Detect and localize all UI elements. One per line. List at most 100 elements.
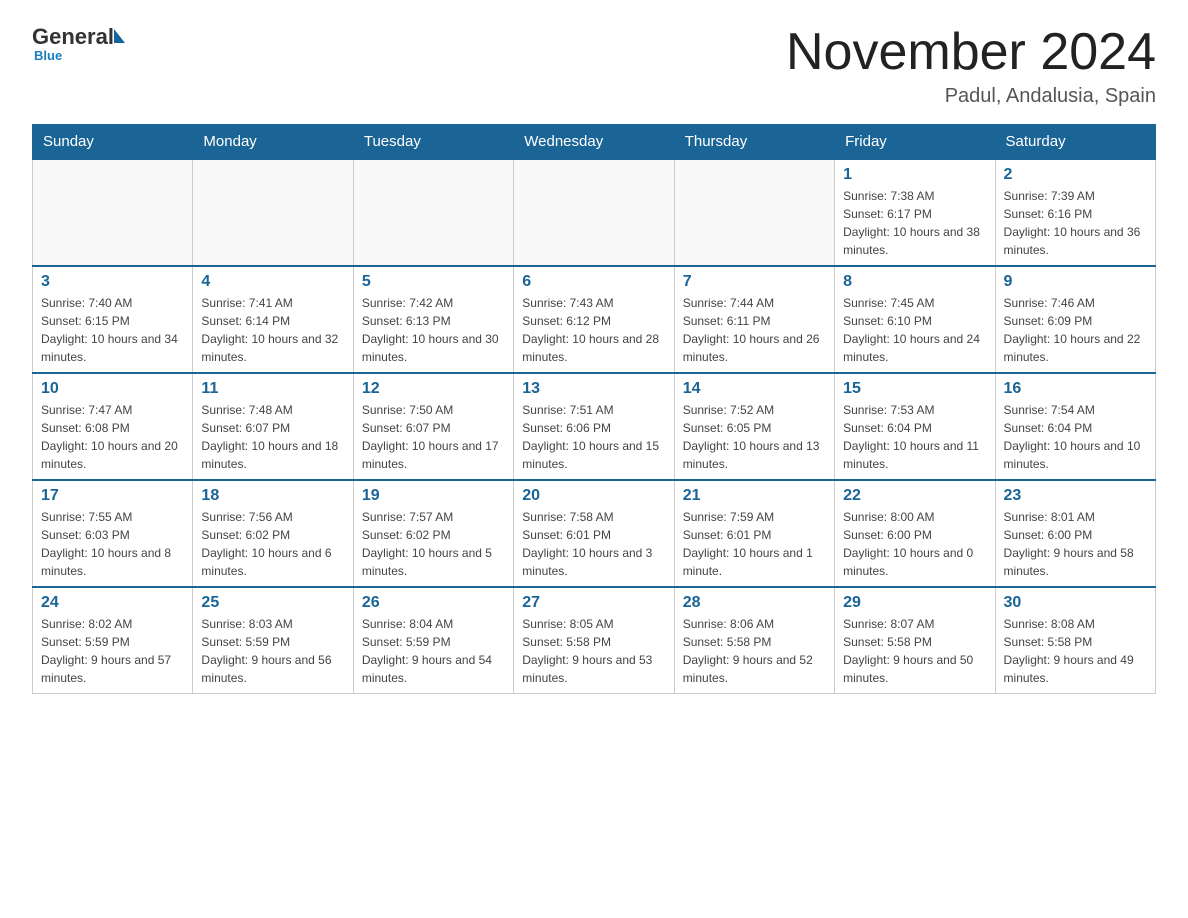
day-info: Sunrise: 7:44 AMSunset: 6:11 PMDaylight:… [683,294,826,366]
day-info: Sunrise: 7:48 AMSunset: 6:07 PMDaylight:… [201,401,344,473]
day-number: 30 [1004,594,1147,612]
day-number: 24 [41,594,184,612]
day-number: 7 [683,273,826,291]
day-number: 15 [843,380,986,398]
day-info: Sunrise: 7:45 AMSunset: 6:10 PMDaylight:… [843,294,986,366]
day-info: Sunrise: 7:57 AMSunset: 6:02 PMDaylight:… [362,508,505,580]
calendar-cell: 13 Sunrise: 7:51 AMSunset: 6:06 PMDayligh… [514,373,674,480]
title-area: November 2024 Padul, Andalusia, Spain [786,24,1156,108]
calendar-cell: 23 Sunrise: 8:01 AMSunset: 6:00 PMDayligh… [995,480,1155,587]
day-info: Sunrise: 7:46 AMSunset: 6:09 PMDaylight:… [1004,294,1147,366]
day-of-week-wednesday: Wednesday [514,125,674,160]
calendar-week-row: 24Sunrise: 8:02 AMSunset: 5:59 PMDayligh… [33,587,1156,694]
day-number: 10 [41,380,184,398]
day-info: Sunrise: 8:06 AMSunset: 5:58 PMDaylight:… [683,615,826,687]
day-info: Sunrise: 7:40 AMSunset: 6:15 PMDaylight:… [41,294,184,366]
day-of-week-saturday: Saturday [995,125,1155,160]
logo-icon [114,29,125,46]
day-info: Sunrise: 7:53 AMSunset: 6:04 PMDaylight:… [843,401,986,473]
calendar-cell: 17 Sunrise: 7:55 AMSunset: 6:03 PMDayligh… [33,480,193,587]
day-number: 21 [683,487,826,505]
day-number: 14 [683,380,826,398]
calendar-header-row: SundayMondayTuesdayWednesdayThursdayFrid… [33,125,1156,160]
calendar-cell: 8 Sunrise: 7:45 AMSunset: 6:10 PMDaylight… [835,266,995,373]
logo: General Blue [32,24,125,63]
calendar-cell [514,159,674,266]
day-info: Sunrise: 7:42 AMSunset: 6:13 PMDaylight:… [362,294,505,366]
calendar-week-row: 3Sunrise: 7:40 AMSunset: 6:15 PMDaylight… [33,266,1156,373]
day-number: 25 [201,594,344,612]
day-number: 29 [843,594,986,612]
day-info: Sunrise: 7:51 AMSunset: 6:06 PMDaylight:… [522,401,665,473]
calendar-cell: 19 Sunrise: 7:57 AMSunset: 6:02 PMDayligh… [353,480,513,587]
day-number: 12 [362,380,505,398]
calendar-cell [193,159,353,266]
calendar-week-row: 10Sunrise: 7:47 AMSunset: 6:08 PMDayligh… [33,373,1156,480]
day-number: 22 [843,487,986,505]
day-info: Sunrise: 7:58 AMSunset: 6:01 PMDaylight:… [522,508,665,580]
day-number: 6 [522,273,665,291]
calendar-cell: 6 Sunrise: 7:43 AMSunset: 6:12 PMDaylight… [514,266,674,373]
day-of-week-sunday: Sunday [33,125,193,160]
day-number: 20 [522,487,665,505]
calendar-cell [353,159,513,266]
day-info: Sunrise: 7:41 AMSunset: 6:14 PMDaylight:… [201,294,344,366]
calendar-week-row: 1Sunrise: 7:38 AMSunset: 6:17 PMDaylight… [33,159,1156,266]
calendar-cell: 2 Sunrise: 7:39 AMSunset: 6:16 PMDaylight… [995,159,1155,266]
day-info: Sunrise: 8:03 AMSunset: 5:59 PMDaylight:… [201,615,344,687]
calendar-cell: 29 Sunrise: 8:07 AMSunset: 5:58 PMDayligh… [835,587,995,694]
day-number: 18 [201,487,344,505]
day-info: Sunrise: 7:54 AMSunset: 6:04 PMDaylight:… [1004,401,1147,473]
day-number: 13 [522,380,665,398]
calendar-cell: 12Sunrise: 7:50 AMSunset: 6:07 PMDayligh… [353,373,513,480]
day-info: Sunrise: 8:04 AMSunset: 5:59 PMDaylight:… [362,615,505,687]
calendar-cell: 21Sunrise: 7:59 AMSunset: 6:01 PMDayligh… [674,480,834,587]
day-number: 8 [843,273,986,291]
calendar-cell: 3Sunrise: 7:40 AMSunset: 6:15 PMDaylight… [33,266,193,373]
calendar-cell [674,159,834,266]
calendar-cell: 18 Sunrise: 7:56 AMSunset: 6:02 PMDayligh… [193,480,353,587]
calendar-cell: 9Sunrise: 7:46 AMSunset: 6:09 PMDaylight… [995,266,1155,373]
day-info: Sunrise: 8:00 AMSunset: 6:00 PMDaylight:… [843,508,986,580]
calendar-cell: 5 Sunrise: 7:42 AMSunset: 6:13 PMDaylight… [353,266,513,373]
calendar-cell: 7 Sunrise: 7:44 AMSunset: 6:11 PMDaylight… [674,266,834,373]
day-number: 5 [362,273,505,291]
day-info: Sunrise: 8:01 AMSunset: 6:00 PMDaylight:… [1004,508,1147,580]
day-info: Sunrise: 7:55 AMSunset: 6:03 PMDaylight:… [41,508,184,580]
day-of-week-friday: Friday [835,125,995,160]
day-number: 19 [362,487,505,505]
day-number: 16 [1004,380,1147,398]
month-title: November 2024 [786,24,1156,81]
day-number: 27 [522,594,665,612]
calendar-cell: 15 Sunrise: 7:53 AMSunset: 6:04 PMDayligh… [835,373,995,480]
day-number: 28 [683,594,826,612]
calendar-cell: 25 Sunrise: 8:03 AMSunset: 5:59 PMDayligh… [193,587,353,694]
day-number: 1 [843,166,986,184]
day-info: Sunrise: 8:07 AMSunset: 5:58 PMDaylight:… [843,615,986,687]
day-info: Sunrise: 7:52 AMSunset: 6:05 PMDaylight:… [683,401,826,473]
calendar-week-row: 17 Sunrise: 7:55 AMSunset: 6:03 PMDayligh… [33,480,1156,587]
calendar-cell: 24Sunrise: 8:02 AMSunset: 5:59 PMDayligh… [33,587,193,694]
day-info: Sunrise: 7:39 AMSunset: 6:16 PMDaylight:… [1004,187,1147,259]
day-number: 23 [1004,487,1147,505]
calendar-cell [33,159,193,266]
calendar-cell: 16 Sunrise: 7:54 AMSunset: 6:04 PMDayligh… [995,373,1155,480]
calendar-cell: 11Sunrise: 7:48 AMSunset: 6:07 PMDayligh… [193,373,353,480]
logo-blue-text: Blue [32,48,62,63]
day-number: 2 [1004,166,1147,184]
day-info: Sunrise: 7:56 AMSunset: 6:02 PMDaylight:… [201,508,344,580]
calendar-cell: 26 Sunrise: 8:04 AMSunset: 5:59 PMDayligh… [353,587,513,694]
day-number: 4 [201,273,344,291]
day-number: 17 [41,487,184,505]
day-info: Sunrise: 7:43 AMSunset: 6:12 PMDaylight:… [522,294,665,366]
calendar-cell: 27Sunrise: 8:05 AMSunset: 5:58 PMDayligh… [514,587,674,694]
calendar-cell: 28 Sunrise: 8:06 AMSunset: 5:58 PMDayligh… [674,587,834,694]
calendar-table: SundayMondayTuesdayWednesdayThursdayFrid… [32,124,1156,694]
calendar-cell: 20 Sunrise: 7:58 AMSunset: 6:01 PMDayligh… [514,480,674,587]
calendar-cell: 1Sunrise: 7:38 AMSunset: 6:17 PMDaylight… [835,159,995,266]
day-number: 26 [362,594,505,612]
day-info: Sunrise: 8:08 AMSunset: 5:58 PMDaylight:… [1004,615,1147,687]
day-of-week-monday: Monday [193,125,353,160]
calendar-cell: 14 Sunrise: 7:52 AMSunset: 6:05 PMDayligh… [674,373,834,480]
calendar-cell: 30 Sunrise: 8:08 AMSunset: 5:58 PMDayligh… [995,587,1155,694]
